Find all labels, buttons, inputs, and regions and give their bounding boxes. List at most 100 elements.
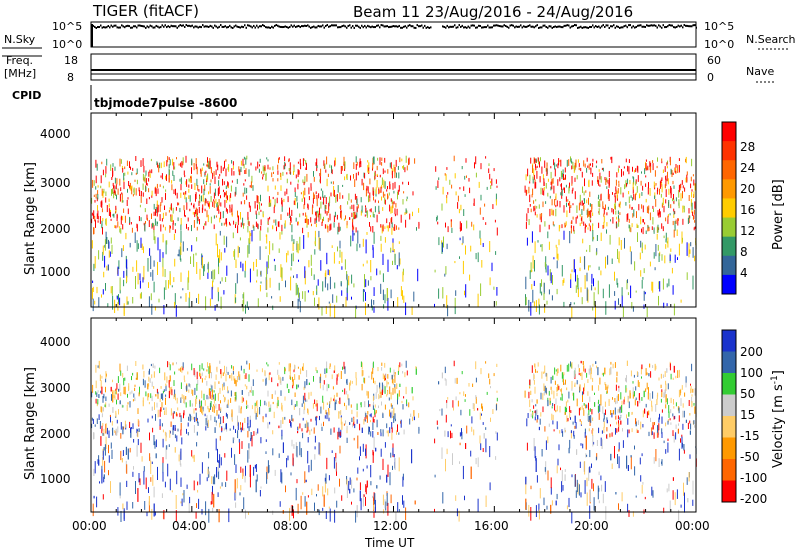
backscatter-cell — [294, 392, 296, 397]
backscatter-cell — [299, 441, 301, 456]
backscatter-cell — [673, 211, 675, 215]
backscatter-cell — [472, 403, 474, 409]
backscatter-cell — [617, 210, 619, 215]
backscatter-cell — [305, 218, 307, 224]
backscatter-cell — [529, 174, 531, 181]
backscatter-cell — [480, 443, 482, 451]
backscatter-cell — [143, 246, 144, 254]
backscatter-cell — [527, 413, 529, 419]
backscatter-cell — [292, 418, 294, 422]
backscatter-cell — [377, 157, 379, 161]
backscatter-cell — [372, 247, 374, 258]
backscatter-cell — [182, 241, 184, 252]
backscatter-cell — [571, 511, 573, 524]
backscatter-cell — [120, 433, 122, 439]
nsky-label: N.Sky — [4, 33, 36, 46]
backscatter-cell — [552, 420, 554, 425]
backscatter-cell — [206, 176, 208, 181]
backscatter-cell — [652, 490, 654, 498]
backscatter-cell — [594, 392, 595, 395]
nsky-sample — [211, 25, 213, 28]
backscatter-cell — [465, 245, 466, 255]
backscatter-cell — [317, 279, 319, 286]
backscatter-cell — [445, 379, 447, 386]
nsky-sample — [206, 25, 208, 28]
backscatter-cell — [172, 425, 174, 431]
backscatter-cell — [277, 396, 279, 401]
nsky-sample — [167, 25, 169, 28]
backscatter-cell — [673, 194, 674, 200]
backscatter-cell — [541, 166, 543, 174]
backscatter-cell — [551, 185, 553, 190]
backscatter-cell — [355, 172, 357, 181]
backscatter-cell — [307, 204, 309, 210]
nsky-sample — [493, 24, 495, 27]
nsky-sample — [589, 25, 591, 28]
backscatter-cell — [344, 176, 346, 181]
backscatter-cell — [302, 212, 304, 216]
backscatter-cell — [392, 378, 394, 385]
backscatter-cell — [125, 232, 127, 240]
backscatter-cell — [131, 185, 133, 189]
backscatter-cell — [533, 379, 535, 385]
backscatter-cell — [610, 361, 612, 365]
backscatter-cell — [310, 391, 312, 396]
backscatter-cell — [341, 421, 343, 430]
backscatter-cell — [289, 170, 291, 175]
backscatter-cell — [235, 380, 237, 387]
backscatter-cell — [389, 222, 391, 229]
backscatter-cell — [599, 404, 601, 412]
backscatter-cell — [538, 509, 540, 520]
nsky-sample — [284, 25, 286, 28]
backscatter-cell — [458, 208, 460, 214]
backscatter-cell — [376, 419, 378, 428]
backscatter-cell — [237, 210, 238, 218]
backscatter-cell — [115, 410, 117, 416]
backscatter-cell — [645, 388, 647, 392]
backscatter-cell — [106, 265, 108, 271]
backscatter-cell — [337, 185, 339, 193]
backscatter-cell — [256, 280, 258, 283]
backscatter-cell — [578, 368, 580, 372]
nsky-sample — [688, 25, 690, 28]
backscatter-cell — [320, 213, 322, 220]
backscatter-cell — [599, 172, 601, 180]
backscatter-cell — [355, 305, 357, 318]
backscatter-cell — [568, 202, 569, 206]
backscatter-cell — [269, 202, 271, 207]
nsky-sample — [542, 24, 544, 27]
backscatter-cell — [394, 458, 396, 470]
backscatter-cell — [392, 465, 393, 470]
backscatter-cell — [133, 393, 135, 398]
backscatter-cell — [271, 172, 273, 178]
backscatter-cell — [554, 404, 556, 411]
backscatter-cell — [265, 246, 267, 249]
backscatter-cell — [112, 427, 114, 436]
backscatter-cell — [619, 212, 621, 215]
backscatter-cell — [370, 226, 372, 232]
backscatter-cell — [335, 458, 337, 472]
backscatter-cell — [104, 255, 106, 268]
backscatter-cell — [667, 438, 669, 441]
backscatter-cell — [373, 287, 375, 296]
backscatter-cell — [142, 277, 144, 283]
backscatter-cell — [122, 450, 124, 456]
backscatter-cell — [268, 407, 270, 412]
backscatter-cell — [539, 488, 541, 499]
backscatter-cell — [220, 165, 222, 174]
nsky-sample — [163, 25, 165, 28]
backscatter-cell — [528, 504, 530, 517]
backscatter-cell — [557, 384, 559, 391]
backscatter-cell — [627, 165, 629, 172]
backscatter-cell — [688, 195, 690, 201]
backscatter-cell — [633, 391, 635, 397]
backscatter-cell — [446, 295, 448, 309]
nsky-sample — [271, 25, 273, 28]
nsky-sample — [155, 24, 157, 27]
backscatter-cell — [92, 179, 94, 188]
backscatter-cell — [218, 209, 220, 214]
cpid-value: tbjmode7pulse -8600 — [94, 96, 237, 110]
backscatter-cell — [675, 219, 677, 224]
nsky-sample — [127, 24, 129, 27]
backscatter-cell — [201, 378, 203, 383]
